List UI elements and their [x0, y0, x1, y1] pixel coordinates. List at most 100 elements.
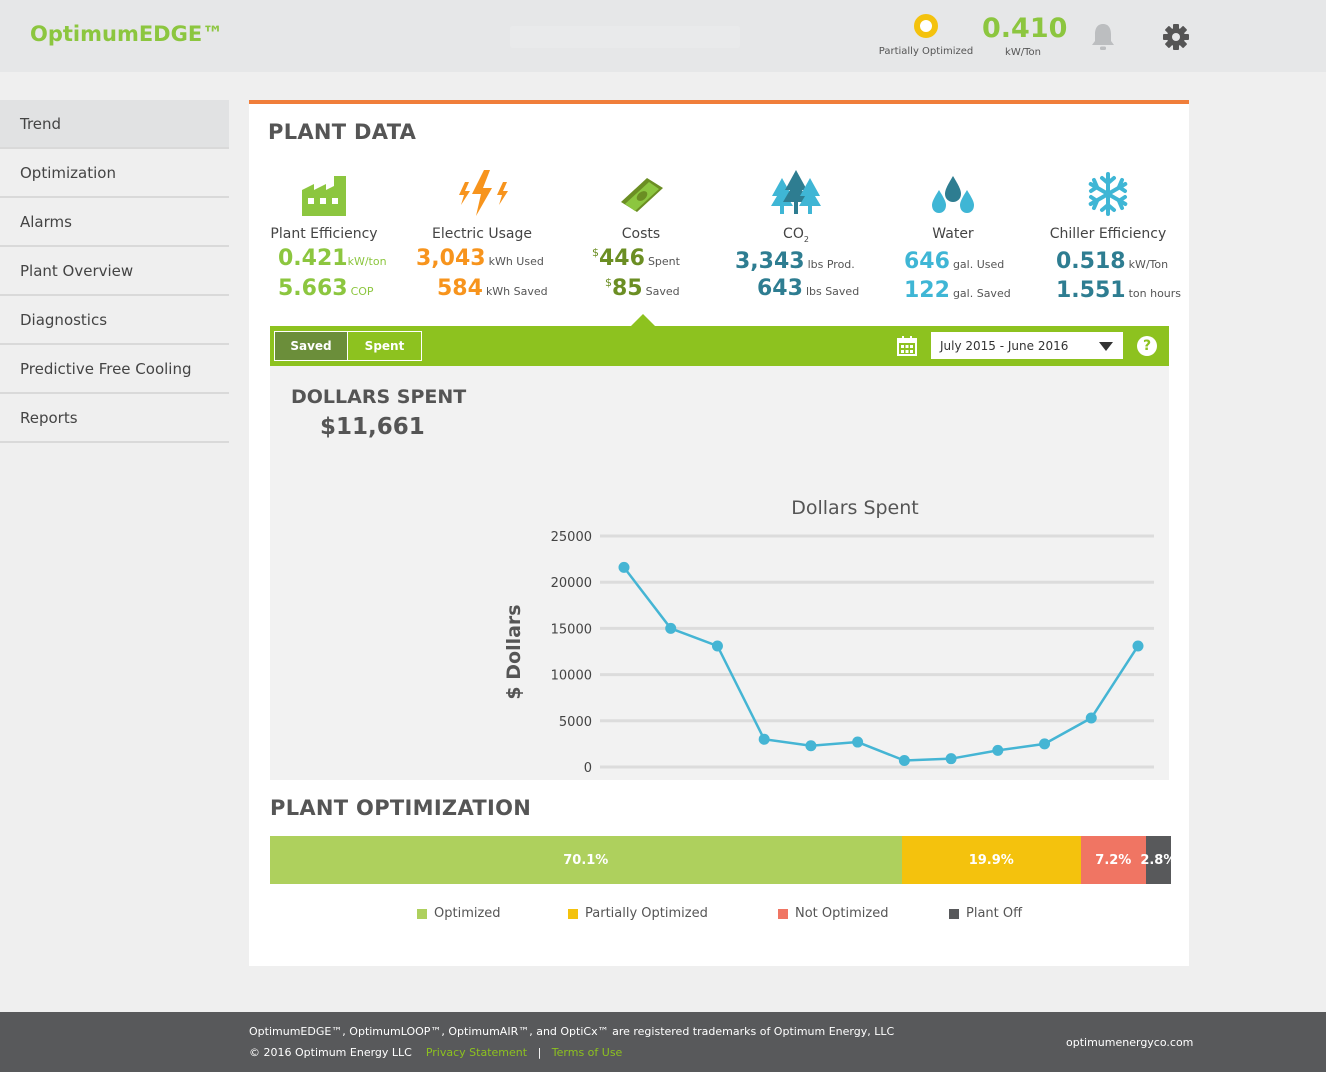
costs-row-1: $446 Spent — [592, 246, 680, 271]
header-placeholder-bar — [510, 26, 740, 48]
legend-optimized: Optimized — [417, 906, 501, 921]
sidebar-item-plant-overview[interactable]: Plant Overview — [0, 247, 229, 296]
plant-optimization-title: PLANT OPTIMIZATION — [270, 796, 532, 820]
help-icon[interactable]: ? — [1137, 336, 1157, 356]
plant-data-title: PLANT DATA — [268, 120, 417, 144]
sidebar-item-optimization[interactable]: Optimization — [0, 149, 229, 198]
data-point — [1085, 712, 1097, 724]
efficiency-unit: kW/Ton — [1005, 47, 1041, 58]
segment-not-optimized[interactable]: 7.2% — [1080, 836, 1146, 884]
chiller-kw-value: 0.518 — [1056, 249, 1126, 274]
data-point — [898, 755, 910, 767]
water-drops-icon — [932, 176, 974, 213]
data-point — [665, 622, 677, 634]
legend-label: Optimized — [434, 906, 501, 921]
segment-partially-optimized[interactable]: 19.9% — [901, 836, 1081, 884]
date-range-value: July 2015 - June 2016 — [940, 338, 1069, 353]
y-tick-label: 5000 — [559, 715, 592, 730]
segment-optimized[interactable]: 70.1% — [270, 836, 902, 884]
calendar-icon[interactable] — [897, 336, 917, 356]
chart-title: Dollars Spent — [791, 497, 919, 519]
sidebar-item-reports[interactable]: Reports — [0, 394, 229, 443]
cop-value: 5.663 — [278, 276, 348, 301]
water-row-2: 122 gal. Saved — [904, 278, 1011, 303]
efficiency-value: 0.410 — [982, 13, 1068, 44]
gear-icon[interactable] — [1161, 22, 1191, 52]
bell-icon[interactable] — [1089, 22, 1117, 52]
cop-unit: COP — [350, 285, 374, 298]
y-axis-label: $ Dollars — [503, 604, 525, 699]
cost-saved-value: 85 — [612, 276, 643, 301]
sidebar-item-predictive-free-cooling[interactable]: Predictive Free Cooling — [0, 345, 229, 394]
ton-hours-unit: ton hours — [1128, 287, 1182, 300]
y-tick-label: 15000 — [551, 622, 592, 637]
y-tick-label: 0 — [584, 761, 592, 776]
segment-plant-off[interactable]: 2.8% — [1140, 836, 1176, 884]
chiller-kw-unit: kW/Ton — [1128, 258, 1169, 271]
sidebar-item-trend[interactable]: Trend — [0, 100, 229, 149]
saved-toggle-button[interactable]: Saved — [275, 332, 348, 360]
co2-row-1: 3,343 lbs Prod. — [735, 249, 855, 274]
costs-row-2: $85 Saved — [605, 276, 680, 301]
trees-icon — [771, 170, 821, 214]
company-website[interactable]: optimumenergyco.com — [1066, 1036, 1193, 1049]
currency-symbol: $ — [592, 246, 599, 259]
legend-swatch — [417, 908, 427, 919]
terms-link[interactable]: Terms of Use — [552, 1046, 623, 1059]
data-point — [1132, 640, 1144, 652]
metric-electric-usage: Electric Usage — [427, 168, 537, 242]
water-used-unit: gal. Used — [952, 258, 1005, 271]
y-tick-label: 25000 — [551, 530, 592, 545]
data-point — [852, 736, 864, 748]
co2-saved-unit: lbs Saved — [805, 285, 860, 298]
legend-swatch — [568, 908, 578, 919]
y-tick-label: 20000 — [551, 576, 592, 591]
metric-chiller-efficiency: Chiller Efficiency — [1048, 168, 1168, 242]
metric-name: Plant Efficiency — [270, 226, 378, 242]
legend-partially-optimized: Partially Optimized — [568, 906, 708, 921]
legend-label: Plant Off — [966, 906, 1023, 921]
factory-icon — [302, 176, 346, 216]
sidebar-item-diagnostics[interactable]: Diagnostics — [0, 296, 229, 345]
brand-logo[interactable]: OptimumEDGE™ — [30, 22, 223, 46]
sidebar-item-alarms[interactable]: Alarms — [0, 198, 229, 247]
cost-saved-unit: Saved — [645, 285, 680, 298]
status-label: Partially Optimized — [878, 46, 974, 57]
data-point — [758, 733, 770, 745]
efficiency-value: 0.421 — [278, 246, 348, 271]
money-icon — [621, 178, 663, 212]
data-point — [711, 640, 723, 652]
co2-subscript: 2 — [803, 234, 809, 244]
privacy-link[interactable]: Privacy Statement — [426, 1046, 527, 1059]
data-point — [805, 740, 817, 752]
app-header: OptimumEDGE™ Partially Optimized 0.410 k… — [0, 0, 1326, 72]
date-range-select[interactable]: July 2015 - June 2016 — [931, 332, 1123, 359]
optimization-bar: 70.1% 19.9% 7.2% 2.8% — [270, 836, 1176, 884]
metric-water: Water — [898, 168, 1008, 242]
legend-label: Partially Optimized — [585, 906, 708, 921]
dollars-spent-chart: Dollars Spent $ Dollars 0 5000 10000 15000 200… — [503, 497, 1154, 776]
selected-metric-pointer — [631, 314, 655, 326]
copyright: © 2016 Optimum Energy LLC — [249, 1046, 412, 1059]
footer-separator: | — [537, 1046, 542, 1059]
water-row-1: 646 gal. Used — [904, 249, 1004, 274]
optimization-status[interactable]: Partially Optimized — [876, 14, 976, 57]
kwh-saved-value: 584 — [437, 276, 483, 301]
metric-name: Water — [932, 226, 974, 242]
chiller-row-2: 1.551 ton hours — [1056, 278, 1181, 303]
kwh-saved-unit: kWh Saved — [485, 285, 548, 298]
legend-plant-off: Plant Off — [949, 906, 1022, 921]
y-tick-label: 10000 — [551, 669, 592, 684]
page-footer: OptimumEDGE™, OptimumLOOP™, OptimumAIR™,… — [0, 1012, 1326, 1072]
main-panel: PLANT DATA Plant Efficiency 0.421kW/ton … — [249, 100, 1189, 966]
metric-name: Electric Usage — [432, 226, 532, 242]
chart-controls-bar: Saved Spent July 2015 - June 2016 ? — [270, 326, 1169, 366]
efficiency-row-2: 5.663 COP — [278, 276, 374, 301]
spent-toggle-button[interactable]: Spent — [348, 332, 421, 360]
status-indicator-icon — [914, 14, 938, 38]
co2-saved-value: 643 — [757, 276, 803, 301]
efficiency-unit: kW/ton — [347, 255, 387, 268]
legend-not-optimized: Not Optimized — [778, 906, 888, 921]
co2-produced-unit: lbs Prod. — [807, 258, 855, 271]
metric-name: Chiller Efficiency — [1049, 226, 1167, 242]
